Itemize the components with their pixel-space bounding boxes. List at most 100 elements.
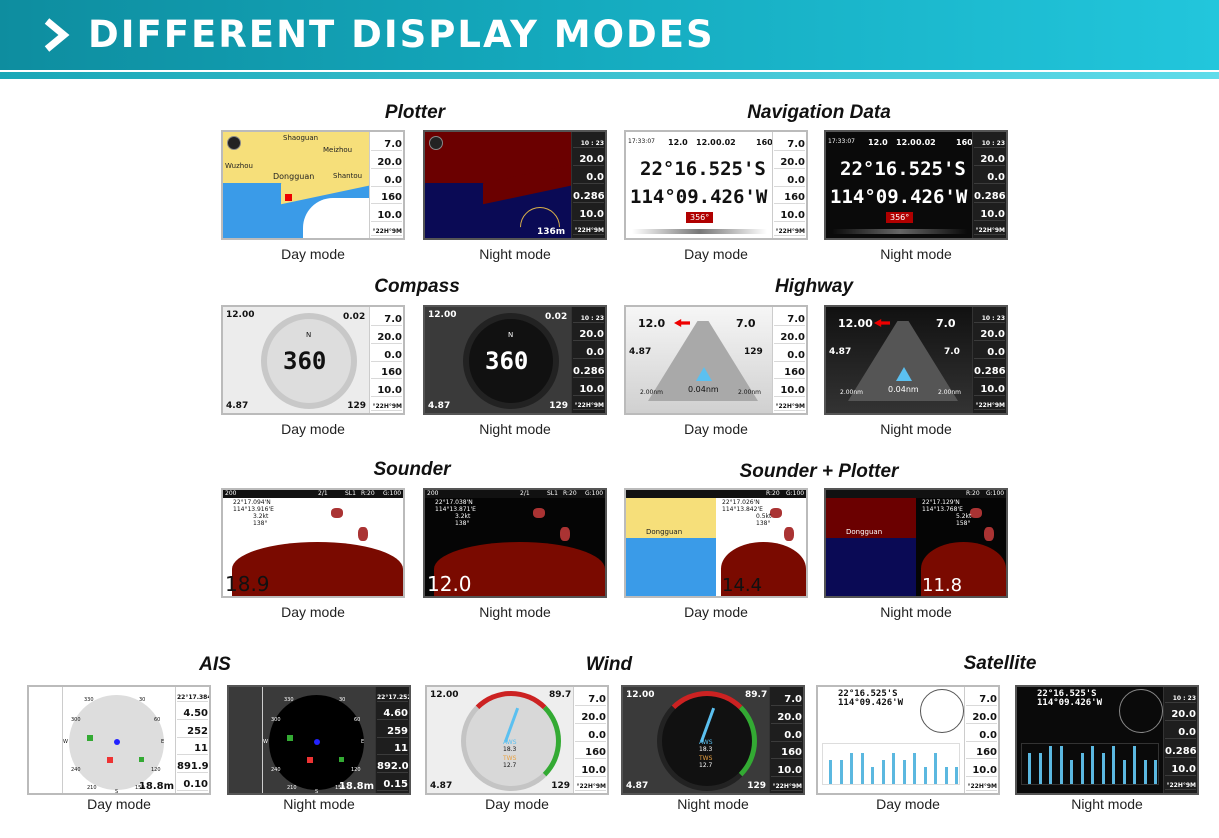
data-sidebar: 10 : 23 20.0 0.0 0.286 10.0 °22H°9M [972,307,1006,413]
display-value: 12.0 [896,138,916,147]
data-value: 0.0 [371,345,402,362]
signal-bar [1080,752,1084,784]
signal-bar [850,752,853,784]
sounder-night-screenshot[interactable]: 200 2/1 SL1 R:20 G:100 22°17.038'N 114°13.871'… [423,488,607,598]
sounder-plotter-night-screenshot[interactable]: Dongguan R:20 G:100 22°17.129'N 114°13.768'E… [824,488,1008,598]
compass-rose-icon [429,136,443,150]
plotter-pane: Dongguan [826,490,916,596]
data-value: 0.0 [573,167,604,185]
data-value: 10.0 [573,204,604,221]
navigation-data-day-screenshot[interactable]: 17:33:07 12.0 12.0 0.02 160 22°16.525'S 114°09… [624,130,808,240]
sounder-plotter-day-screenshot[interactable]: Dongguan R:20 G:100 22°17.026'N 114°13.842'E… [624,488,808,598]
display-value: S [115,789,119,793]
data-sidebar: 10 : 23 20.0 0.0 0.286 10.0 °22H°9M [1163,687,1197,793]
ais-day-screenshot[interactable]: 18.8m3303030060WE240120210150S22°17.384'… [27,685,211,795]
data-value: 10 : 23 [573,135,604,148]
display-value: 210 [87,785,97,791]
display-value: 210 [287,785,297,791]
display-value: 30 [139,697,146,703]
target-icon [87,735,93,741]
display-value: AWS [699,739,713,746]
data-sidebar: 7.0 20.0 0.0 160 10.0 °22H°9M [769,687,803,793]
display-value: 129 [549,401,568,411]
display-value: 4.87 [226,401,249,411]
section-title-compass: Compass [374,276,460,297]
display-value: 18.3 [699,746,713,753]
display-value: TWS [699,755,713,762]
display-value: 60 [154,717,161,723]
display-value: 114°13.768'E [922,506,963,513]
data-value: 160 [371,362,402,380]
caption-sounder-day: Day mode [281,604,345,620]
display-value: 120 [151,767,161,773]
data-value: 10.0 [573,379,604,396]
section-title-plotter: Plotter [384,102,446,123]
vessel-icon [696,367,712,381]
display-value: 12.0 [696,138,716,147]
page-title: DIFFERENT DISPLAY MODES [88,13,715,56]
plotter-night-screenshot[interactable]: 136m 10 : 23 20.0 0.0 0.286 10.0 °22H°9M [423,130,607,240]
compass-rose-icon [227,136,241,150]
navigation-data-night-screenshot[interactable]: 17:33:07 12.0 12.0 0.02 160 22°16.525'S 114°09… [824,130,1008,240]
display-value: R:20 [966,490,980,497]
section-title-highway: Highway [774,276,854,297]
highway-day-screenshot[interactable]: 12.0 7.0 4.87 129 0.04nm 2.00nm 2.00nm 7.0 20.0 0… [624,305,808,415]
plotter-day-screenshot[interactable]: Shaoguan Meizhou Wuzhou Shantou Dongguan 136m… [221,130,405,240]
display-value: 240 [271,767,281,773]
display-value: E [361,739,365,745]
display-value: 2/1 [318,490,328,497]
display-value: 12.0 [427,572,472,596]
data-value: 7.0 [774,134,805,152]
data-value: 20.0 [1165,704,1196,721]
display-area: Shaoguan Meizhou Wuzhou Shantou Dongguan 136m [223,132,369,238]
caption-navigation-data-night: Night mode [880,246,952,262]
wind-day-screenshot[interactable]: 12.00 89.7 4.87 129 AWS 18.3 TWS 12.7 7.0 20.0 0.0… [425,685,609,795]
display-value: 114°13.871'E [435,506,476,513]
direction-arrow-icon [674,319,690,327]
data-value: 11 [377,738,408,756]
display-value: 4.87 [629,347,652,357]
data-sidebar: 22°17.252'N4.6025911892.00.15 [375,687,409,793]
data-value: 0.10 [177,774,208,791]
fish-echo [770,507,782,518]
display-value: 7.0 [936,317,956,330]
direction-arrow-icon [874,319,890,327]
data-value: 10.0 [575,760,606,777]
heading-badge: 356° [686,212,714,223]
compass-night-screenshot[interactable]: 12.00 0.02 360 4.87 129 N 10 : 23 20.0 0.0 0.286 1… [423,305,607,415]
satellite-night-screenshot[interactable]: 22°16.525'S 114°09.426'W 10 : 23 20.0 0.0 0.2… [1015,685,1199,795]
wind-night-screenshot[interactable]: 12.00 89.7 4.87 129 AWS 18.3 TWS 12.7 7.0 20.0 0.0… [621,685,805,795]
data-value: 10.0 [774,205,805,222]
data-value: 252 [177,721,208,738]
display-value: 22°16.525'S [840,158,966,180]
sounder-day-screenshot[interactable]: 200 2/1 SL1 R:20 G:100 22°17.094'N 114°13.916'… [221,488,405,598]
display-value: 60 [354,717,361,723]
display-value: S [315,789,319,793]
signal-bar [892,752,895,784]
data-value: 0.0 [371,170,402,187]
display-value: AWS [503,739,517,746]
data-value: 0.0 [774,345,805,362]
data-value: 20.0 [575,707,606,724]
signal-bar [902,759,906,784]
caption-highway-night: Night mode [880,421,952,437]
display-value: 4.87 [626,781,649,791]
data-value: °22H°9M [575,778,606,791]
highway-night-screenshot[interactable]: 12.00 7.0 4.87 7.0 0.04nm 2.00nm 2.00nm 10 : 23… [824,305,1008,415]
section-title-wind: Wind [585,654,633,675]
display-value: TWS [503,755,517,762]
display-value: 22°17.129'N [922,499,960,506]
data-value: 7.0 [774,309,805,327]
display-value: R:20 [361,490,375,497]
compass-day-screenshot[interactable]: 12.00 0.02 360 4.87 129 N 7.0 20.0 0.0 160 10.0 °22… [221,305,405,415]
own-vessel-icon [114,739,120,745]
chevron-right-icon [44,18,70,52]
display-value: 22°17.038'N [435,499,473,506]
satellite-day-screenshot[interactable]: 22°16.525'S 114°09.426'W 7.0 20.0 0.0 160 10.0… [816,685,1000,795]
display-value: 200 [427,490,439,497]
data-value: 259 [377,721,408,738]
caption-satellite-night: Night mode [1071,796,1143,812]
ais-night-screenshot[interactable]: 18.8m3303030060WE240120210150S22°17.252'… [227,685,411,795]
fish-echo [331,507,343,518]
display-value: 160 [956,138,972,147]
